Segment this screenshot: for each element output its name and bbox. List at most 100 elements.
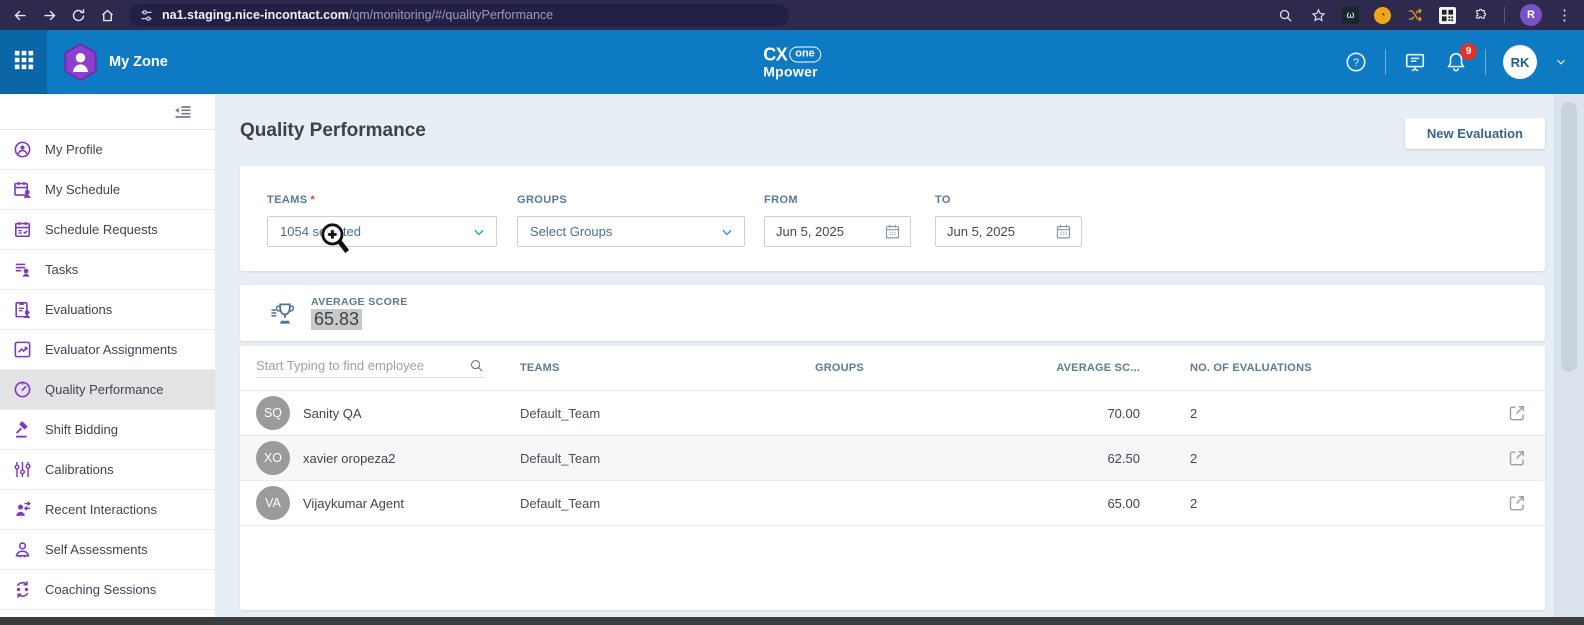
column-header-teams: TEAMS <box>520 362 815 374</box>
logo-cx-text: CX <box>763 46 787 64</box>
user-avatar[interactable]: RK <box>1503 45 1537 79</box>
sidebar-item[interactable]: Schedule Requests <box>0 210 215 250</box>
page-scrollbar[interactable] <box>1554 94 1584 617</box>
extensions-puzzle-icon[interactable] <box>1471 6 1489 24</box>
extension-shuffle-icon[interactable] <box>1406 6 1424 24</box>
browser-menu-icon[interactable]: ⋮ <box>1557 6 1572 24</box>
notifications-bell-icon[interactable]: 9 <box>1444 50 1468 74</box>
sidebar-item-label: Evaluator Assignments <box>45 342 177 357</box>
sidebar-item[interactable]: Tasks <box>0 250 215 290</box>
cxone-mpower-logo: CX one Mpower <box>763 46 821 79</box>
teams-select-value: 1054 selected <box>280 224 472 239</box>
table-row[interactable]: SQ Sanity QA Default_Team 70.00 2 <box>240 391 1545 436</box>
employee-table: TEAMS GROUPS AVERAGE SC... NO. OF EVALUA… <box>240 346 1545 610</box>
user-menu-chevron-icon[interactable] <box>1554 55 1568 69</box>
employee-search[interactable] <box>256 358 484 378</box>
screen: na1.staging.nice-incontact.com/qm/monito… <box>0 0 1584 625</box>
employee-evaluations-count: 2 <box>1140 406 1380 421</box>
sidebar-item[interactable]: My Profile <box>0 130 215 170</box>
sidebar-item-label: Tasks <box>45 262 78 277</box>
browser-profile-avatar[interactable]: R <box>1520 4 1542 26</box>
sidebar-item-label: Recent Interactions <box>45 502 157 517</box>
sidebar-item-label: Self Assessments <box>45 542 148 557</box>
employee-name: Vijaykumar Agent <box>303 496 404 511</box>
groups-select[interactable]: Select Groups <box>517 216 745 247</box>
self-assessments-icon <box>13 540 32 559</box>
my-schedule-icon <box>13 180 32 199</box>
waffle-grid-icon <box>13 49 35 76</box>
extension-icon-2[interactable]: ◔ <box>1374 7 1391 24</box>
quality-performance-icon <box>13 380 32 399</box>
header-divider <box>1385 49 1386 75</box>
to-label: TO <box>935 194 1082 206</box>
sidebar-item-label: Calibrations <box>45 462 114 477</box>
forward-icon[interactable] <box>39 5 59 25</box>
site-settings-icon[interactable] <box>139 8 154 23</box>
shift-bidding-icon <box>13 420 32 439</box>
sidebar-item[interactable]: Shift Bidding <box>0 410 215 450</box>
from-date-input[interactable]: Jun 5, 2025 <box>764 216 911 247</box>
sidebar-item[interactable]: Self Assessments <box>0 530 215 570</box>
reload-icon[interactable] <box>68 5 88 25</box>
sidebar-nav: My Profile My Schedule Schedule Requests… <box>0 130 215 610</box>
app-header: My Zone CX one Mpower ? 9 RK <box>0 30 1584 94</box>
table-header-row: TEAMS GROUPS AVERAGE SC... NO. OF EVALUA… <box>240 346 1545 391</box>
sidebar-item-label: My Schedule <box>45 182 120 197</box>
profile-icon <box>13 140 32 159</box>
collapse-sidebar-icon[interactable] <box>173 102 193 122</box>
table-row[interactable]: VA Vijaykumar Agent Default_Team 65.00 2 <box>240 481 1545 526</box>
employee-avatar: SQ <box>256 396 290 430</box>
dashboard-board-icon[interactable] <box>1403 50 1427 74</box>
bookmark-star-icon[interactable] <box>1309 6 1327 24</box>
new-evaluation-button[interactable]: New Evaluation <box>1405 118 1545 149</box>
home-icon[interactable] <box>97 5 117 25</box>
sidebar-item[interactable]: Evaluations <box>0 290 215 330</box>
back-icon[interactable] <box>10 5 30 25</box>
groups-select-value: Select Groups <box>530 224 720 239</box>
average-score-panel: AVERAGE SCORE 65.83 <box>240 285 1545 341</box>
sidebar-item[interactable]: Quality Performance <box>0 370 215 410</box>
open-details-icon[interactable] <box>1507 403 1527 423</box>
required-asterisk: * <box>311 194 316 206</box>
logo-one-bubble: one <box>789 47 821 63</box>
calendar-icon[interactable] <box>1055 223 1072 240</box>
address-bar[interactable]: na1.staging.nice-incontact.com/qm/monito… <box>129 4 789 27</box>
teams-select[interactable]: 1054 selected <box>267 216 497 247</box>
sidebar-item[interactable]: Calibrations <box>0 450 215 490</box>
app-launcher-button[interactable] <box>0 30 47 94</box>
calendar-icon[interactable] <box>884 223 901 240</box>
browser-nav-buttons <box>0 5 117 25</box>
sidebar-item[interactable]: Recent Interactions <box>0 490 215 530</box>
scrollbar-thumb[interactable] <box>1561 102 1577 372</box>
main-content: Quality Performance New Evaluation TEAMS… <box>215 94 1584 617</box>
chevron-down-icon <box>472 225 486 239</box>
to-date-input[interactable]: Jun 5, 2025 <box>935 216 1082 247</box>
extension-icon-1[interactable]: ω <box>1342 7 1359 24</box>
employee-search-input[interactable] <box>256 358 469 373</box>
sidebar-header <box>0 94 215 130</box>
sidebar-item[interactable]: Coaching Sessions <box>0 570 215 610</box>
table-row[interactable]: XO xavier oropeza2 Default_Team 62.50 2 <box>240 436 1545 481</box>
employee-average-score: 65.00 <box>995 496 1140 511</box>
help-icon[interactable]: ? <box>1344 50 1368 74</box>
employee-average-score: 70.00 <box>995 406 1140 421</box>
sidebar-item[interactable]: My Schedule <box>0 170 215 210</box>
zoom-lens-icon[interactable] <box>1276 6 1294 24</box>
open-details-icon[interactable] <box>1507 493 1527 513</box>
schedule-requests-icon <box>13 220 32 239</box>
sidebar-item-label: Evaluations <box>45 302 112 317</box>
from-date-value: Jun 5, 2025 <box>776 224 884 239</box>
toolbar-divider <box>1504 7 1505 23</box>
product-identity: My Zone <box>63 43 168 81</box>
trophy-ranking-icon <box>270 301 297 326</box>
calibrations-icon <box>13 460 32 479</box>
column-header-groups: GROUPS <box>815 362 995 374</box>
column-header-average-score: AVERAGE SC... <box>995 362 1140 374</box>
browser-chrome: na1.staging.nice-incontact.com/qm/monito… <box>0 0 1584 30</box>
coaching-sessions-icon <box>13 580 32 599</box>
extension-qr-icon[interactable] <box>1439 7 1456 24</box>
open-details-icon[interactable] <box>1507 448 1527 468</box>
page-title: Quality Performance <box>240 118 426 142</box>
sidebar-item[interactable]: Evaluator Assignments <box>0 330 215 370</box>
chevron-down-icon <box>720 225 734 239</box>
